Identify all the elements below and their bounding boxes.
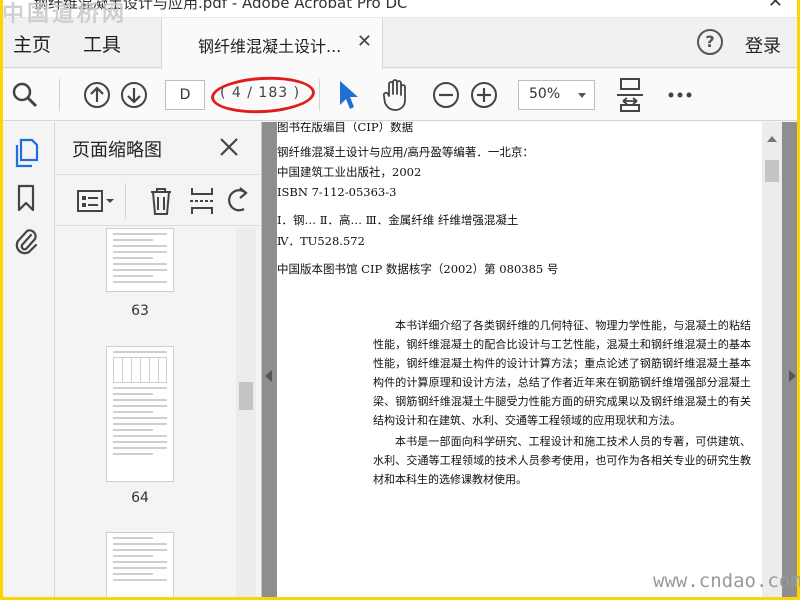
page-thumbnail[interactable] <box>106 346 174 482</box>
main-toolbar: D ( 4 / 183 ) 50% <box>3 69 797 121</box>
document-tab[interactable]: 钢纤维混凝土设计... ✕ <box>161 18 383 69</box>
document-tab-close-icon[interactable]: ✕ <box>357 31 372 52</box>
scrollbar-thumb[interactable] <box>765 160 779 182</box>
delete-page-icon[interactable] <box>149 186 173 216</box>
cip-line: Ⅰ．钢… Ⅱ．高… Ⅲ．金属纤维 纤维增强混凝土 <box>277 213 519 227</box>
red-highlight-annotation <box>210 74 316 116</box>
cip-line: Ⅳ．TU528.572 <box>277 234 365 248</box>
cip-line: 图书在版编目（CIP）数据 <box>277 122 414 134</box>
thumbnails-scrollbar[interactable] <box>236 228 256 597</box>
thumbnail-options-icon[interactable] <box>76 189 116 213</box>
zoom-level-value: 50% <box>529 86 561 102</box>
thumbnail-list: 63 64 <box>56 228 236 597</box>
tools-menu[interactable]: 工具 <box>83 30 121 57</box>
login-button[interactable]: 登录 <box>745 32 781 58</box>
cip-line: 中国版本图书馆 CIP 数据核字（2002）第 080385 号 <box>277 262 559 276</box>
page-thumbnails-icon[interactable] <box>13 138 39 168</box>
home-menu[interactable]: 主页 <box>13 30 51 57</box>
page-thumbnail[interactable] <box>106 228 174 292</box>
close-panel-icon[interactable] <box>218 136 240 162</box>
toolbar-divider <box>59 79 60 111</box>
site-watermark: 中国道桥网 <box>2 2 128 27</box>
bookmark-icon[interactable] <box>16 184 36 212</box>
zoom-out-icon[interactable] <box>431 80 461 110</box>
next-page-icon[interactable] <box>119 80 149 110</box>
scrollbar-thumb[interactable] <box>239 382 253 410</box>
window-close-icon[interactable]: ✕ <box>768 0 783 12</box>
page-number-input[interactable]: D <box>165 80 205 110</box>
attachment-icon[interactable] <box>13 226 39 256</box>
thumbnails-toolbar <box>56 174 262 226</box>
pdf-page: 图书在版编目（CIP）数据 钢纤维混凝土设计与应用/高丹盈等编著．一北京： 中国… <box>277 122 762 597</box>
toolbar-divider <box>319 79 320 111</box>
scroll-up-icon[interactable] <box>767 136 777 142</box>
document-tab-label: 钢纤维混凝土设计... <box>198 37 342 56</box>
navigation-rail <box>3 122 55 597</box>
acrobat-window: 钢纤维混凝土设计与应用.pdf - Adobe Acrobat Pro DC ✕… <box>3 0 797 597</box>
hand-tool-icon[interactable] <box>380 78 412 112</box>
site-url-watermark: www.cndao.com <box>653 570 800 592</box>
rotate-page-icon[interactable] <box>228 187 250 215</box>
cip-line: ISBN 7-112-05363-3 <box>277 185 397 199</box>
chevron-down-icon <box>578 93 586 98</box>
toolbar-divider <box>125 183 126 219</box>
page-thumbnail[interactable] <box>106 532 174 597</box>
zoom-level-select[interactable]: 50% <box>518 80 595 110</box>
help-icon[interactable]: ? <box>697 29 723 55</box>
thumbnails-panel: 页面缩略图 63 64 <box>56 122 262 597</box>
more-options-icon[interactable] <box>667 91 693 99</box>
search-icon[interactable] <box>11 81 39 109</box>
cip-line: 中国建筑工业出版社，2002 <box>277 165 422 179</box>
thumbnail-page-number: 64 <box>131 490 149 506</box>
intro-paragraph: 本书是一部面向科学研究、工程设计和施工技术人员的专著，可供建筑、水利、交通等工程… <box>373 435 751 486</box>
thumbnail-page-number: 63 <box>131 303 149 319</box>
intro-paragraph: 本书详细介绍了各类钢纤维的几何特征、物理力学性能，与混凝土的粘结性能，钢纤维混凝… <box>373 319 751 427</box>
thumbnails-panel-title: 页面缩略图 <box>72 140 162 161</box>
select-cursor-icon[interactable] <box>337 79 359 111</box>
book-introduction: 本书详细介绍了各类钢纤维的几何特征、物理力学性能，与混凝土的粘结性能，钢纤维混凝… <box>373 316 751 491</box>
expand-right-panel-icon[interactable] <box>789 370 796 382</box>
zoom-in-icon[interactable] <box>469 80 499 110</box>
fit-page-icon[interactable] <box>615 77 645 113</box>
insert-page-icon[interactable] <box>188 186 216 216</box>
collapse-left-panel-icon[interactable] <box>265 370 272 382</box>
document-view: 图书在版编目（CIP）数据 钢纤维混凝土设计与应用/高丹盈等编著．一北京： 中国… <box>262 122 797 597</box>
document-scrollbar[interactable] <box>762 122 782 597</box>
previous-page-icon[interactable] <box>82 80 112 110</box>
cip-line: 钢纤维混凝土设计与应用/高丹盈等编著．一北京： <box>277 145 534 159</box>
